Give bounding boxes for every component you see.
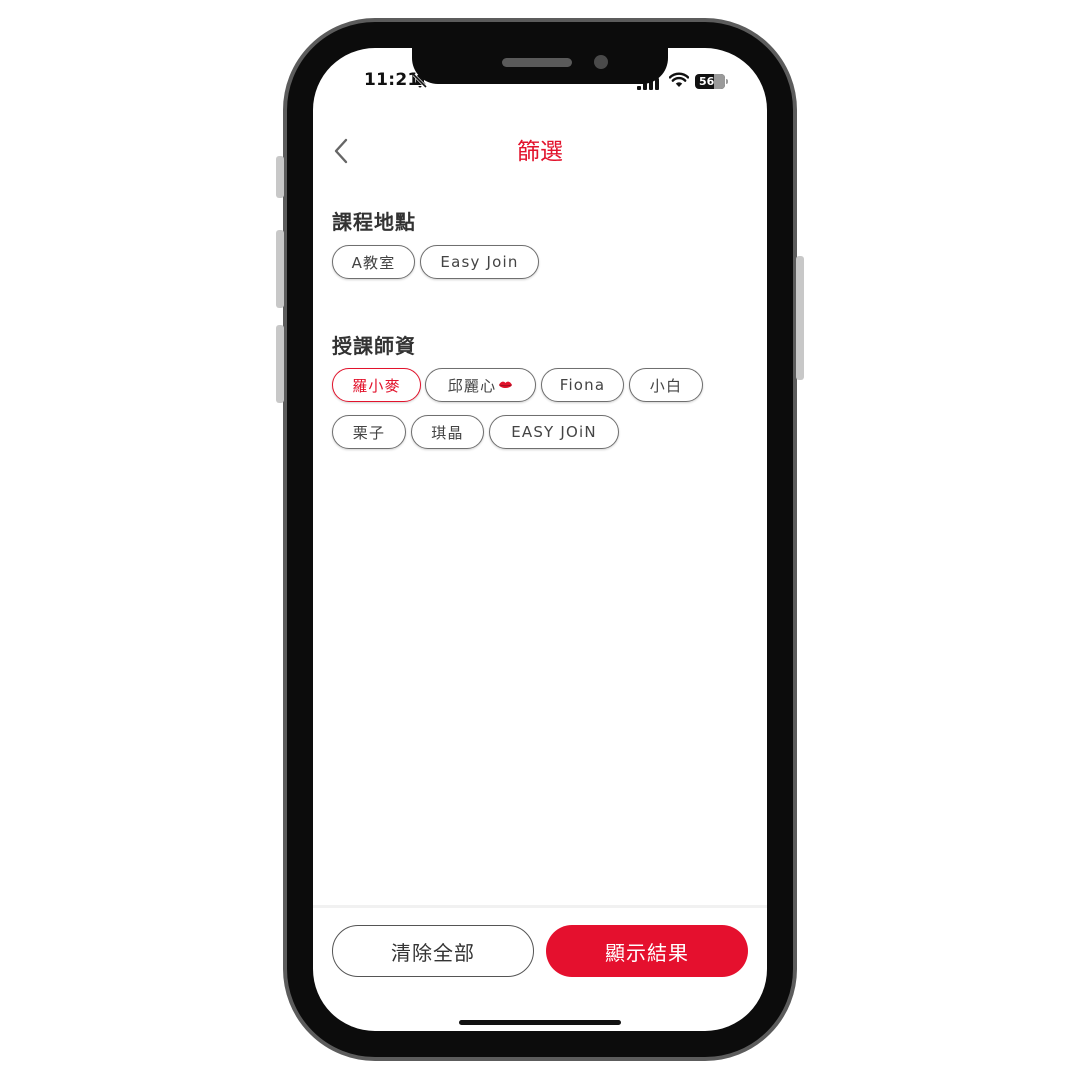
chip-label: 羅小麥	[352, 376, 401, 395]
chip-label: Fiona	[559, 376, 606, 394]
section-title-location: 課程地點	[332, 210, 416, 234]
teacher-chip[interactable]: Fiona	[541, 368, 624, 402]
show-results-label: 顯示結果	[605, 940, 689, 965]
lips-emoji-icon	[499, 381, 513, 388]
battery-empty-portion	[714, 74, 725, 89]
power-button	[796, 256, 804, 380]
volume-up-button	[276, 230, 284, 308]
front-camera	[594, 55, 608, 69]
chip-label: EASY JOiN	[511, 423, 597, 441]
teacher-chip[interactable]: 琪晶	[411, 415, 484, 449]
chip-label: 邱麗心	[447, 376, 497, 395]
chip-label: 栗子	[352, 423, 386, 442]
home-indicator[interactable]	[459, 1020, 621, 1025]
mute-switch	[276, 156, 284, 198]
wifi-icon	[669, 72, 689, 87]
chip-label: 琪晶	[431, 423, 464, 442]
clear-all-button[interactable]: 清除全部	[332, 925, 534, 977]
show-results-button[interactable]: 顯示結果	[546, 925, 748, 977]
speaker-grille	[502, 58, 572, 67]
volume-down-button	[276, 325, 284, 403]
battery-indicator: 56	[695, 74, 725, 89]
chip-label: A教室	[351, 253, 396, 272]
phone-notch	[412, 48, 668, 84]
teacher-chip[interactable]: 邱麗心	[425, 368, 536, 402]
section-title-teachers: 授課師資	[332, 334, 416, 358]
clear-all-label: 清除全部	[391, 940, 475, 965]
battery-tip	[726, 79, 728, 84]
teacher-chip[interactable]: 小白	[629, 368, 703, 402]
teacher-chip[interactable]: EASY JOiN	[489, 415, 619, 449]
page-title: 篩選	[517, 139, 563, 165]
chip-label: Easy Join	[440, 253, 519, 271]
teacher-chip[interactable]: 栗子	[332, 415, 406, 449]
location-chip-a-classroom[interactable]: A教室	[332, 245, 415, 279]
chip-label: 小白	[649, 376, 683, 395]
teacher-chip-selected[interactable]: 羅小麥	[332, 368, 421, 402]
app-screen: 11:21 56 篩選 課程地點 A教室 Easy Join 授課師資 羅小麥 …	[313, 48, 767, 1031]
footer-divider	[313, 905, 767, 908]
location-chip-easy-join[interactable]: Easy Join	[420, 245, 539, 279]
battery-level: 56	[699, 75, 715, 88]
